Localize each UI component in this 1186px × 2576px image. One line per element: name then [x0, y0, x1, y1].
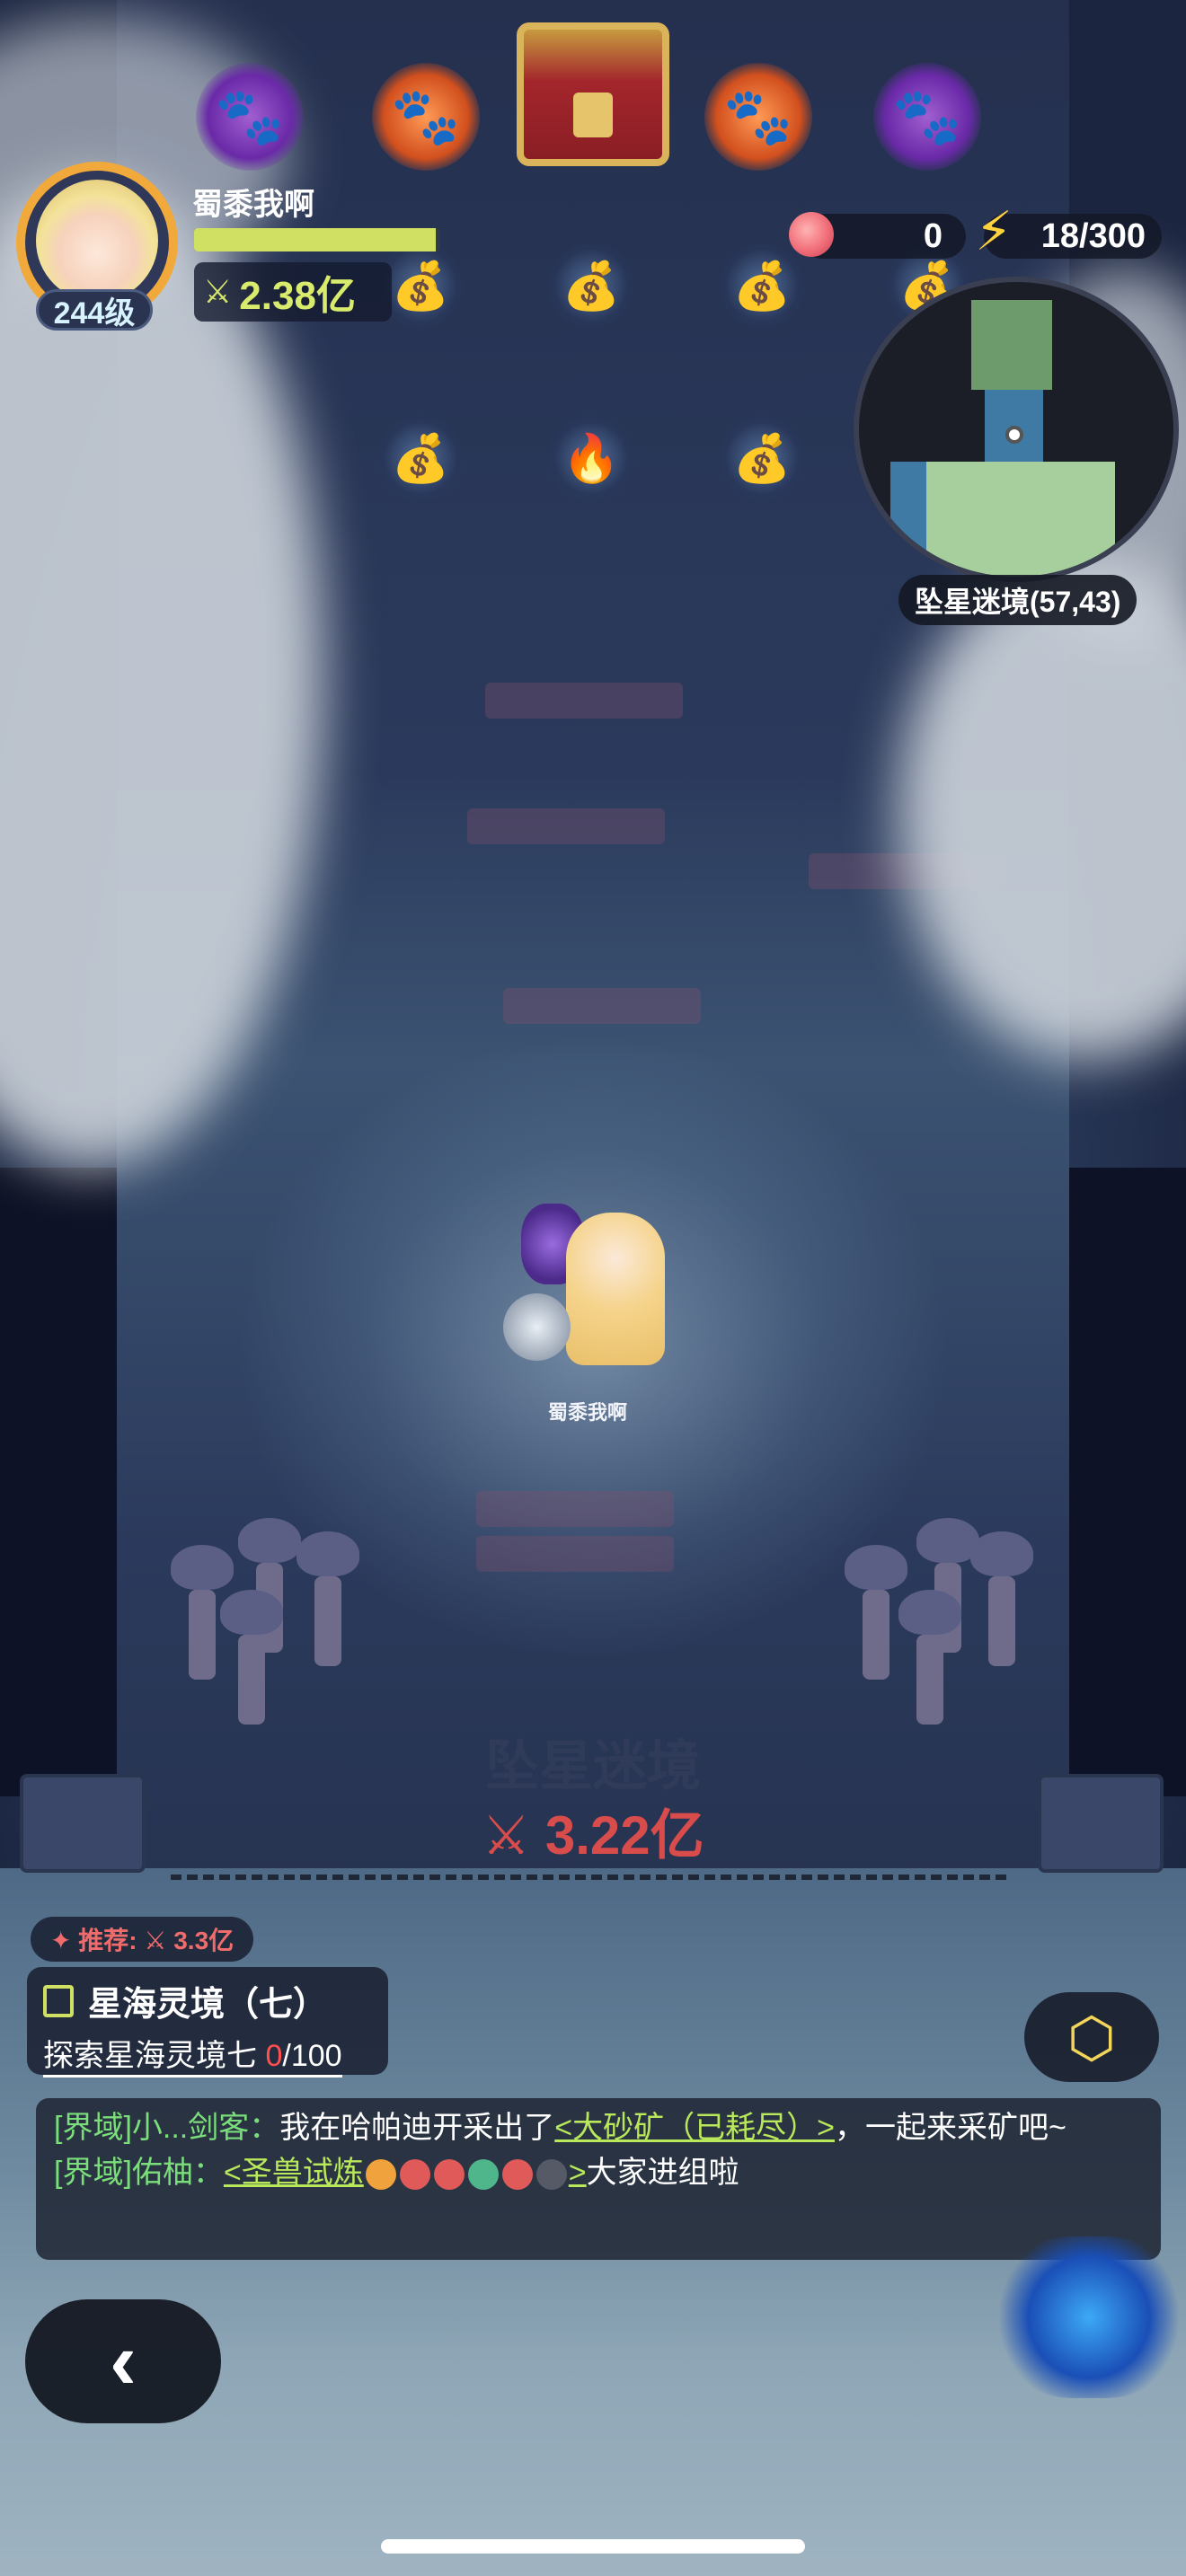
paw-gift-icon[interactable]: 🐾	[196, 63, 304, 171]
chat-panel[interactable]: [界域]小...剑客：我在哈帕迪开采出了<大砂矿（已耗尽）>，一起来采矿吧~ […	[36, 2098, 1161, 2260]
swords-icon: ⚔	[482, 1805, 531, 1866]
minimap[interactable]	[854, 277, 1179, 582]
chat-text: ，一起来采矿吧~	[834, 2111, 1067, 2145]
beast-emblem-icon	[399, 2159, 430, 2191]
minimap-region	[971, 300, 1052, 390]
hp-bar	[194, 228, 440, 251]
chevron-left-icon: ‹	[110, 2316, 137, 2406]
chat-text: 大家进组啦	[586, 2156, 739, 2190]
mushroom-decor	[296, 1531, 359, 1666]
loot-sack-icon[interactable]: 💰	[377, 415, 464, 501]
minimap-region	[926, 462, 1115, 577]
recommended-power: ✦ 推荐: ⚔ 3.3亿	[31, 1917, 254, 1962]
level-badge: 244级	[36, 289, 153, 331]
paw-gift-icon[interactable]: 🐾	[704, 63, 812, 171]
hp-bar-fill	[194, 228, 436, 251]
floor-brick	[476, 1491, 674, 1527]
chat-user[interactable]: 小...剑客：	[132, 2111, 279, 2145]
quest-title: 星海灵境（七）	[88, 1986, 328, 2024]
paw-gift-icon[interactable]: 🐾	[873, 63, 981, 171]
chat-link-start: <圣兽试炼	[223, 2156, 364, 2190]
loot-sack-icon[interactable]: 💰	[548, 243, 634, 329]
chat-text: 我在哈帕迪开采出了	[279, 2111, 555, 2145]
floor-brick	[476, 1536, 674, 1572]
character-name: 蜀黍我啊	[548, 1401, 628, 1424]
floor-brick	[503, 988, 701, 1024]
cube-icon: ⬡	[1067, 2007, 1117, 2069]
chat-message: [界域]小...剑客：我在哈帕迪开采出了<大砂矿（已耗尽）>，一起来采矿吧~	[54, 2105, 1143, 2150]
quest-current: 0	[265, 2039, 283, 2073]
combat-power: ⚔ 2.38亿	[194, 262, 392, 322]
floor-brick	[485, 683, 683, 719]
quest-total: /100	[282, 2039, 342, 2073]
floor-brick	[467, 808, 665, 844]
chat-user[interactable]: 佑柚：	[132, 2156, 224, 2190]
chat-link-end: >	[568, 2156, 587, 2190]
peach-count: 0	[923, 216, 943, 255]
chat-team-link[interactable]: <圣兽试炼 >	[223, 2156, 587, 2191]
lightning-icon: ⚡	[975, 201, 1013, 261]
loot-sack-icon[interactable]: 💰	[719, 415, 805, 501]
chat-channel: [界域]	[54, 2111, 132, 2145]
treasure-chest-icon[interactable]	[517, 22, 669, 166]
beast-emblem-icon	[501, 2159, 533, 2191]
paw-gift-icon[interactable]: 🐾	[372, 63, 480, 171]
chest-lock-icon	[573, 93, 613, 137]
player-name: 蜀黍我啊	[192, 188, 314, 222]
character-sprite	[566, 1213, 665, 1365]
peach-icon	[789, 212, 834, 257]
chat-item-link[interactable]: <大砂矿（已耗尽）>	[554, 2111, 835, 2145]
avatar-portrait	[36, 180, 158, 302]
combat-power-value: 2.38亿	[239, 274, 356, 318]
home-indicator[interactable]	[381, 2539, 805, 2554]
beast-emblem-icon	[535, 2159, 567, 2191]
chat-message: [界域]佑柚：<圣兽试炼 >大家进组啦	[54, 2150, 1143, 2195]
area-power-value: 3.22亿	[544, 1805, 704, 1866]
zone-boundary-line	[171, 1875, 1006, 1880]
back-button[interactable]: ‹	[25, 2299, 221, 2423]
portal-icon[interactable]	[999, 2236, 1179, 2398]
quest-progress: 探索星海灵境七 0/100	[43, 2031, 342, 2078]
player-position-marker	[1005, 426, 1023, 444]
player-character[interactable]	[503, 1195, 683, 1383]
minimap-location-label: 坠星迷境(57,43)	[898, 575, 1137, 625]
chat-channel: [界域]	[54, 2156, 132, 2190]
beast-emblem-icon	[467, 2159, 499, 2191]
area-title: 坠星迷境	[485, 1736, 701, 1796]
beast-emblem-icon	[433, 2159, 465, 2191]
mushroom-decor	[970, 1531, 1033, 1666]
cube-bag-button[interactable]: ⬡	[1024, 1992, 1159, 2082]
quest-desc: 探索星海灵境七	[43, 2039, 266, 2073]
quest-scroll-icon	[43, 1984, 74, 2017]
mushroom-decor	[220, 1590, 283, 1725]
swords-icon: ⚔	[203, 273, 233, 310]
mushroom-decor	[898, 1590, 961, 1725]
energy-count: 18/300	[1040, 216, 1146, 255]
area-power: ⚔ 3.22亿	[0, 1792, 1186, 1870]
pet-sprite	[503, 1293, 571, 1361]
beast-emblem-icon	[365, 2159, 396, 2191]
ore-pot-icon[interactable]: 🔥	[548, 415, 634, 501]
quest-tracker[interactable]: 星海灵境（七） 探索星海灵境七 0/100	[27, 1967, 388, 2078]
loot-sack-icon[interactable]: 💰	[719, 243, 805, 329]
